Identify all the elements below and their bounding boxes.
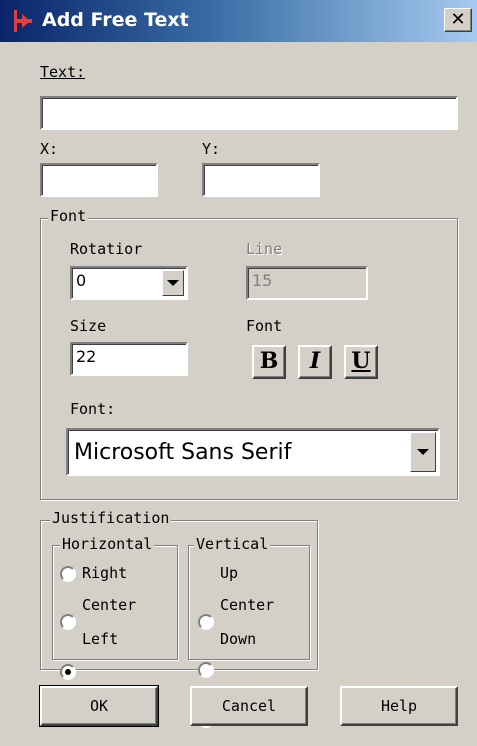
close-button[interactable]: ✕ [444,8,472,32]
ok-button[interactable]: OK [39,685,159,727]
title-bar[interactable]: Add Free Text ✕ [0,0,477,42]
text-input[interactable] [40,96,458,130]
italic-button[interactable]: I [298,345,332,379]
rotation-value: 0 [76,271,87,290]
y-input[interactable] [202,163,320,197]
font-name-label: Font: [70,400,116,418]
radio-h-center[interactable] [60,614,76,630]
bold-button[interactable]: B [252,345,286,379]
font-group-legend: Font [48,207,89,225]
radio-left-label[interactable]: Left [82,630,118,648]
radio-down-label[interactable]: Down [220,630,256,648]
justification-legend: Justification [50,509,172,527]
radio-h-center-label[interactable]: Center [82,596,136,614]
horizontal-legend: Horizontal [60,535,155,553]
font-select[interactable]: Microsoft Sans Serif [66,428,440,476]
size-input[interactable]: 22 [70,342,188,376]
radio-left[interactable] [60,664,76,680]
y-label: Y: [202,140,221,158]
line-label: Line [246,240,283,258]
underline-button[interactable]: U [344,345,378,379]
radio-v-center[interactable] [198,662,214,678]
radio-up-label[interactable]: Up [220,564,238,582]
line-input: 15 [246,266,368,300]
font-style-label: Font [246,317,283,335]
size-label: Size [70,317,107,335]
x-label: X: [40,140,59,158]
radio-right[interactable] [60,566,76,582]
help-button[interactable]: Help [340,686,458,726]
rotation-label: Rotatior [70,240,143,258]
radio-up[interactable] [198,614,214,630]
x-input[interactable] [40,163,158,197]
cancel-button[interactable]: Cancel [190,686,308,726]
chevron-down-icon[interactable] [162,270,184,296]
chevron-down-icon[interactable] [410,432,436,472]
window-title: Add Free Text [42,9,189,31]
radio-right-label[interactable]: Right [82,564,127,582]
text-label: Text: [40,63,86,81]
app-icon [12,10,34,32]
vertical-legend: Vertical [194,535,271,553]
font-value: Microsoft Sans Serif [74,440,292,465]
close-icon: ✕ [450,9,466,30]
radio-v-center-label[interactable]: Center [220,596,274,614]
rotation-select[interactable]: 0 [70,266,188,300]
